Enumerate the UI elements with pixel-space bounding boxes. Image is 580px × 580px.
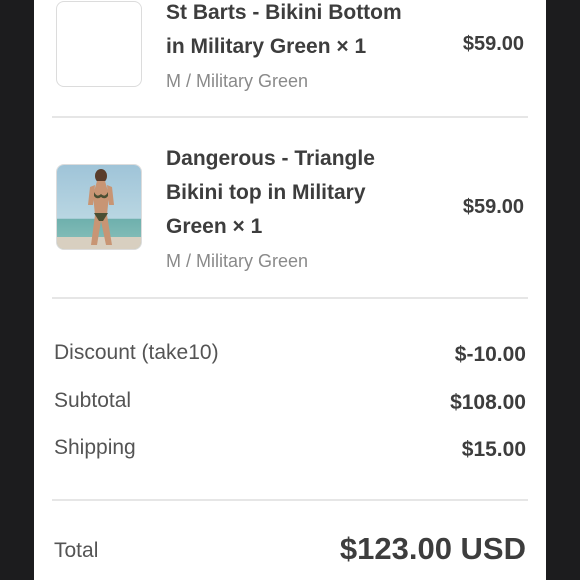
- shipping-value: $15.00: [461, 438, 526, 461]
- item-title-line-1: Dangerous - Triangle: [166, 147, 375, 170]
- product-thumbnail-placeholder: [56, 1, 142, 87]
- item-title-line-2: Bikini top in Military: [166, 181, 366, 204]
- subtotal-value: $108.00: [450, 391, 526, 414]
- order-summary-panel: St Barts - Bikini Bottom in Military Gre…: [34, 0, 546, 580]
- line-item-triangle-top[interactable]: Dangerous - Triangle Bikini top in Milit…: [34, 118, 546, 298]
- divider: [52, 297, 528, 299]
- item-variant: M / Military Green: [166, 251, 309, 271]
- discount-label: Discount (take10): [54, 341, 219, 364]
- item-title-line-1: St Barts - Bikini Bottom: [166, 1, 402, 24]
- item-price: $59.00: [462, 33, 524, 55]
- divider: [52, 499, 528, 501]
- product-thumbnail-image: [56, 164, 142, 250]
- shipping-label: Shipping: [54, 436, 136, 459]
- total-label: Total: [54, 539, 99, 562]
- item-price: $59.00: [462, 196, 524, 218]
- product-photo-icon: [57, 165, 141, 249]
- discount-value: $-10.00: [454, 343, 526, 366]
- subtotal-label: Subtotal: [54, 389, 132, 412]
- total-value: $123.00 USD: [339, 531, 526, 566]
- line-item-bikini-bottom[interactable]: St Barts - Bikini Bottom in Military Gre…: [34, 0, 546, 115]
- item-variant: M / Military Green: [166, 71, 309, 91]
- item-title-line-2: in Military Green × 1: [166, 35, 367, 58]
- item-title-line-3: Green × 1: [166, 215, 263, 238]
